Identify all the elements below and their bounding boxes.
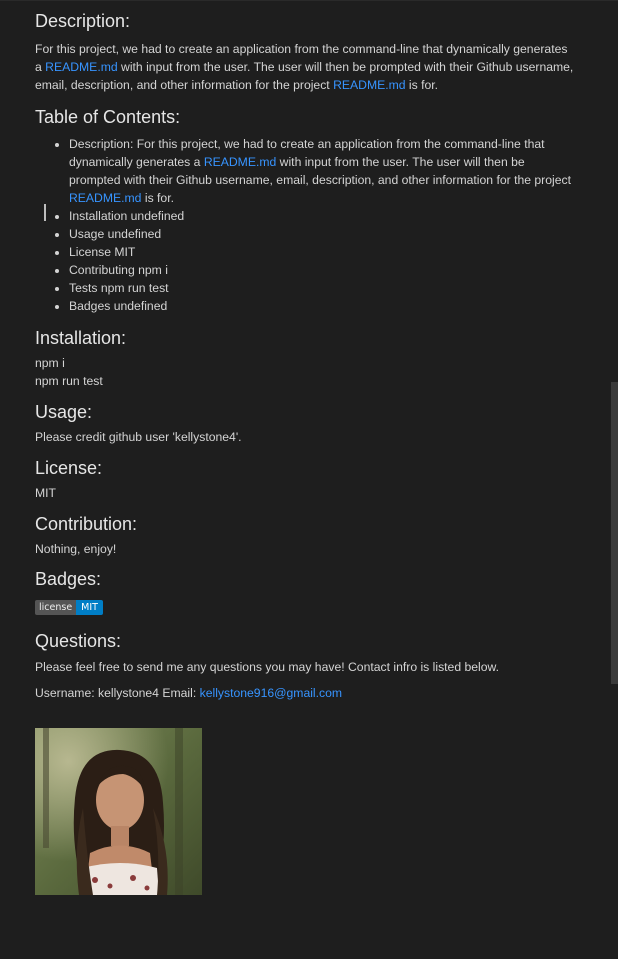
description-heading: Description: (35, 11, 131, 31)
profile-photo-image (35, 728, 202, 895)
license-badge: license MIT (35, 600, 103, 615)
email-link[interactable]: kellystone916@gmail.com (200, 686, 342, 700)
readme-link[interactable]: README.md (333, 78, 405, 92)
installation-line: npm run test (35, 374, 103, 388)
contact-line: Username: kellystone4 Email: kellystone9… (35, 684, 575, 702)
usage-text: Please credit github user 'kellystone4'. (35, 430, 242, 444)
toc-item: License MIT (69, 243, 575, 261)
profile-photo (35, 728, 575, 895)
readme-link[interactable]: README.md (69, 191, 141, 205)
contact-prefix: Username: kellystone4 Email: (35, 686, 200, 700)
toc-item: Installation undefined (69, 207, 575, 225)
toc-item: Tests npm run test (69, 279, 575, 297)
toc-list: Description: For this project, we had to… (35, 135, 575, 315)
toc-item: Badges undefined (69, 297, 575, 315)
toc-item: Usage undefined (69, 225, 575, 243)
badge-row: license MIT (35, 597, 575, 615)
contribution-text: Nothing, enjoy! (35, 542, 117, 556)
readme-link[interactable]: README.md (45, 60, 117, 74)
toc-heading: Table of Contents: (35, 107, 181, 127)
license-text: MIT (35, 486, 56, 500)
badge-label: license (35, 600, 77, 615)
installation-line: npm i (35, 356, 65, 370)
questions-heading: Questions: (35, 631, 122, 651)
license-heading: License: (35, 458, 103, 478)
contribution-heading: Contribution: (35, 514, 138, 534)
readme-link[interactable]: README.md (204, 155, 276, 169)
description-paragraph: For this project, we had to create an ap… (35, 40, 575, 94)
description-text: is for. (405, 78, 439, 92)
badges-heading: Badges: (35, 569, 102, 589)
toc-item: Contributing npm i (69, 261, 575, 279)
vertical-scrollbar[interactable] (611, 382, 618, 684)
installation-heading: Installation: (35, 328, 127, 348)
questions-text: Please feel free to send me any question… (35, 660, 500, 674)
toc-item-text: is for. (141, 191, 174, 205)
badge-value: MIT (76, 600, 103, 615)
markdown-preview: Description: For this project, we had to… (35, 0, 575, 895)
usage-heading: Usage: (35, 402, 93, 422)
toc-item-description: Description: For this project, we had to… (69, 135, 575, 207)
